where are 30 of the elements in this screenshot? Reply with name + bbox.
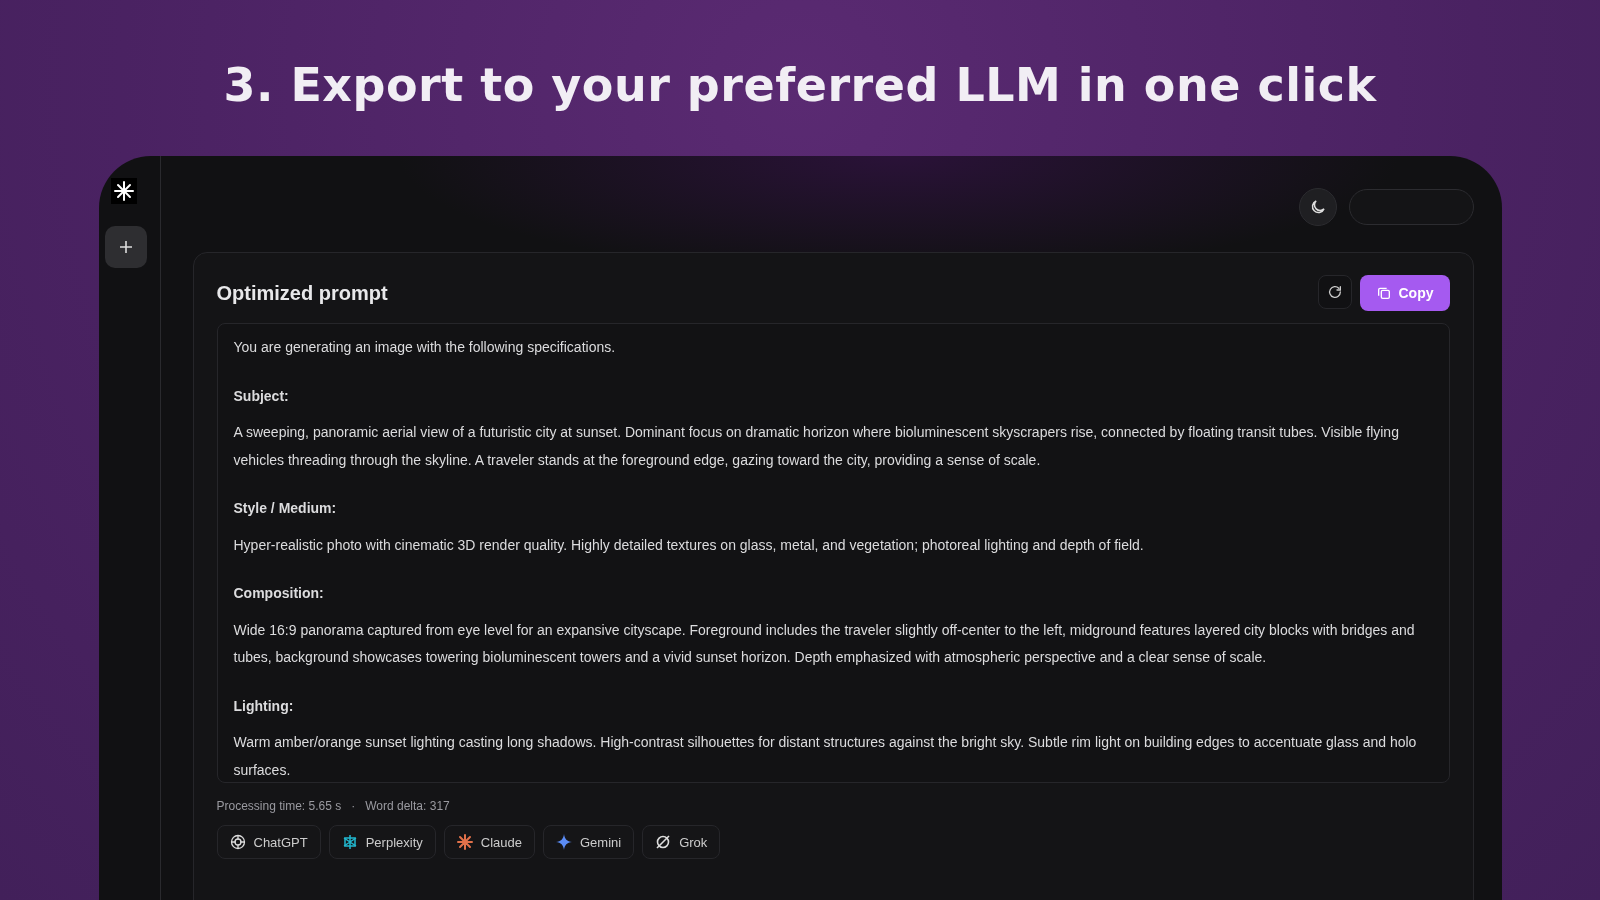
processing-time: Processing time: 5.65 s bbox=[216, 799, 342, 813]
export-button[interactable]: Grok bbox=[642, 825, 721, 859]
new-button[interactable] bbox=[105, 226, 147, 268]
headline: 3. Export to your preferred LLM in one click bbox=[223, 58, 1377, 112]
word-delta: Word delta: 317 bbox=[365, 799, 450, 813]
section-heading: Subject: bbox=[233, 386, 290, 406]
sparkle-icon bbox=[555, 834, 572, 850]
copy-icon bbox=[1375, 285, 1392, 301]
section-heading: Lighting: bbox=[233, 696, 295, 716]
section-heading: Composition: bbox=[233, 584, 325, 603]
paragraph: Wide 16:9 panorama captured from eye level for an expansive cityscape. Foreground includes the traveler slightly off-center to the left, midground features layered city blocks with bridges and tubes, background showcases towering bioluminescent towers and a vivid sunset horizon. Depth emphasized with atmospheric perspective and a clear sense of scale. bbox=[233, 620, 1416, 667]
logo-icon bbox=[111, 178, 137, 204]
theme-toggle-button[interactable] bbox=[1298, 188, 1337, 226]
refresh-icon bbox=[1326, 284, 1343, 300]
separator-dot: · bbox=[351, 799, 356, 813]
slashed-circle-icon bbox=[655, 834, 672, 850]
copy-button[interactable]: Copy bbox=[1359, 275, 1450, 311]
paragraph: A sweeping, panoramic aerial view of a futuristic city at sunset. Dominant focus on dramatic horizon where bioluminescent skyscrapers rise, connected by floating transit tubes. Visible flying vehicles threading through the skyline. A traveler stands at the foreground edge, gazing toward the city, providing a sense of scale. bbox=[233, 423, 1400, 470]
paragraph: Warm amber/orange sunset lighting casting long shadows. High-contrast silhouettes for distant structures against the bright sky. Subtle rim light on building edges to accentuate glass and holo surfaces. bbox=[233, 733, 1418, 780]
card-title: Optimized prompt bbox=[216, 281, 388, 305]
plus-icon bbox=[119, 240, 133, 254]
export-button[interactable]: ChatGPT bbox=[216, 825, 321, 859]
paragraph: Hyper-realistic photo with cinematic 3D render quality. Highly detailed textures on glass, metal, and vegetation; photoreal lighting and depth of field. bbox=[233, 535, 1145, 555]
section-heading: Style / Medium: bbox=[233, 499, 338, 518]
paragraph: You are generating an image with the following specifications. bbox=[233, 338, 617, 357]
burst-icon bbox=[456, 834, 473, 850]
export-button[interactable]: Perplexity bbox=[328, 825, 436, 859]
export-button[interactable]: Gemini bbox=[542, 825, 635, 859]
regenerate-button[interactable] bbox=[1317, 275, 1352, 309]
export-button[interactable]: Claude bbox=[443, 825, 535, 859]
